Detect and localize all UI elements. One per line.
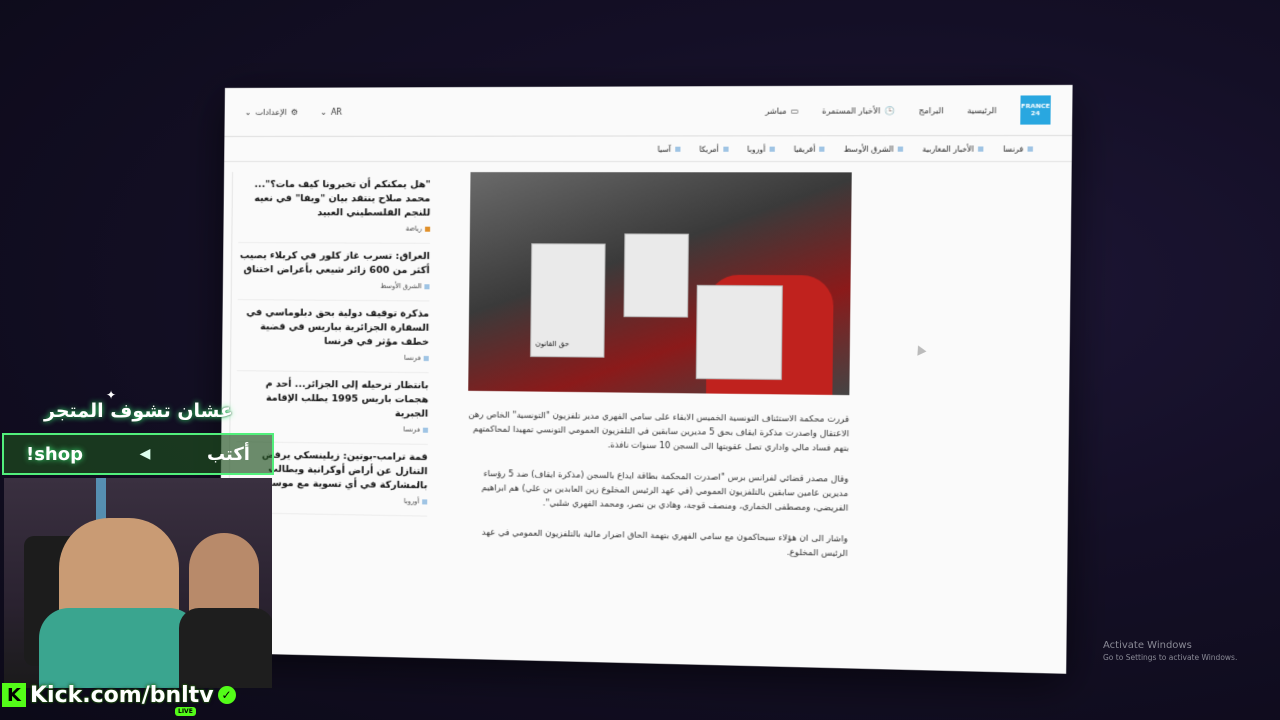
nav-section-maghreb[interactable]: الأخبار المغاربية <box>922 144 984 153</box>
watermark-line1: Activate Windows <box>1103 640 1192 651</box>
language-label: AR <box>330 107 343 117</box>
shop-command: !shop <box>26 443 83 465</box>
news-title[interactable]: بانتظار ترحيله إلى الجزائر... أحد م هجما… <box>236 377 428 422</box>
arrow-left-icon: ◀ <box>139 446 151 462</box>
streamer-2-shirt <box>179 608 272 688</box>
news-category: الشرق الأوسط <box>238 281 430 290</box>
france24-logo[interactable]: FRANCE 24 <box>1020 95 1051 125</box>
protest-sign <box>623 233 689 318</box>
monitor-icon: ▭ <box>790 105 799 116</box>
nav-section-africa[interactable]: أفريقيا <box>794 144 825 153</box>
verified-check-icon: ✓ <box>217 686 236 704</box>
list-item[interactable]: مذكرة توقيف دولية بحق دبلوماسي في السفار… <box>236 300 430 374</box>
article-paragraph: وقال مصدر قضائي لفرانس برس "اصدرت المحكم… <box>481 467 849 513</box>
language-select[interactable]: AR ⌄ <box>320 107 342 116</box>
live-badge: LIVE <box>175 707 196 716</box>
shop-command-bar: !shop ◀ أكتب <box>2 433 274 475</box>
protest-sign <box>695 284 783 380</box>
chevron-down-icon: ⌄ <box>320 107 327 117</box>
article-photo: حق القانون <box>468 172 852 396</box>
nav-live[interactable]: ▭ مباشر <box>765 106 799 115</box>
watermark-line2: Go to Settings to activate Windows. <box>1103 653 1238 662</box>
protest-sign: حق القانون <box>530 243 606 358</box>
webcam-feed <box>4 478 272 688</box>
nav-section-middle-east[interactable]: الشرق الأوسط <box>844 144 904 153</box>
news-category: فرنسا <box>237 352 429 362</box>
nav-live-news[interactable]: 🕒 الأخبار المستمرة <box>822 106 895 115</box>
windows-activation-watermark: Activate Windows Go to Settings to activ… <box>1103 640 1237 662</box>
kick-branding: K Kick.com/bnltv ✓ <box>2 680 236 710</box>
streamer-1-shirt <box>39 608 199 688</box>
clock-icon: 🕒 <box>884 105 896 116</box>
nav-home[interactable]: الرئيسية <box>967 105 997 114</box>
news-title[interactable]: مذكرة توقيف دولية بحق دبلوماسي في السفار… <box>237 306 429 350</box>
list-item[interactable]: "هل يمكنكم أن تخبرونا كيف مات؟"... محمد … <box>238 171 431 244</box>
nav-section-asia[interactable]: آسيا <box>657 144 681 153</box>
nav-live-news-label: الأخبار المستمرة <box>821 105 881 116</box>
gear-icon: ⚙ <box>290 107 299 117</box>
header-spacer <box>364 111 742 112</box>
browser-page: FRANCE 24 الرئيسية البرامج 🕒 الأخبار الم… <box>219 84 1073 674</box>
content-area: حق القانون قررت محكمة الاستئناف التونسية… <box>219 162 1072 674</box>
article-paragraph: قررت محكمة الاستئناف التونسية الخميس الا… <box>468 409 850 453</box>
write-verb: أكتب <box>206 443 250 465</box>
kick-logo-icon: K <box>2 683 26 707</box>
article: حق القانون قررت محكمة الاستئناف التونسية… <box>462 172 852 569</box>
chevron-down-icon: ⌄ <box>244 107 252 117</box>
section-nav: فرنسا الأخبار المغاربية الشرق الأوسط أفر… <box>224 135 1073 163</box>
nav-section-europe[interactable]: أوروبا <box>747 144 775 153</box>
nav-section-france[interactable]: فرنسا <box>1003 144 1033 153</box>
nav-programs[interactable]: البرامج <box>919 106 944 115</box>
settings-button[interactable]: ⚙ الإعدادات ⌄ <box>245 107 298 116</box>
news-title[interactable]: "هل يمكنكم أن تخبرونا كيف مات؟"... محمد … <box>239 178 431 221</box>
news-title[interactable]: العراق: تسرب غاز كلور في كربلاء يصيب أكث… <box>238 249 430 278</box>
list-item[interactable]: العراق: تسرب غاز كلور في كربلاء يصيب أكث… <box>237 243 430 302</box>
nav-live-label: مباشر <box>765 105 787 116</box>
kick-url: Kick.com/bnltv <box>30 682 214 708</box>
nav-section-americas[interactable]: أمريكا <box>699 144 729 153</box>
site-header: FRANCE 24 الرئيسية البرامج 🕒 الأخبار الم… <box>224 84 1073 137</box>
shop-prompt-text: عشان تشوف المتجر <box>44 400 233 422</box>
news-category: رياضة <box>238 224 431 233</box>
settings-label: الإعدادات <box>255 107 287 117</box>
article-paragraph: واشار الى ان هؤلاء سيحاكمون مع سامي الفه… <box>481 526 848 559</box>
